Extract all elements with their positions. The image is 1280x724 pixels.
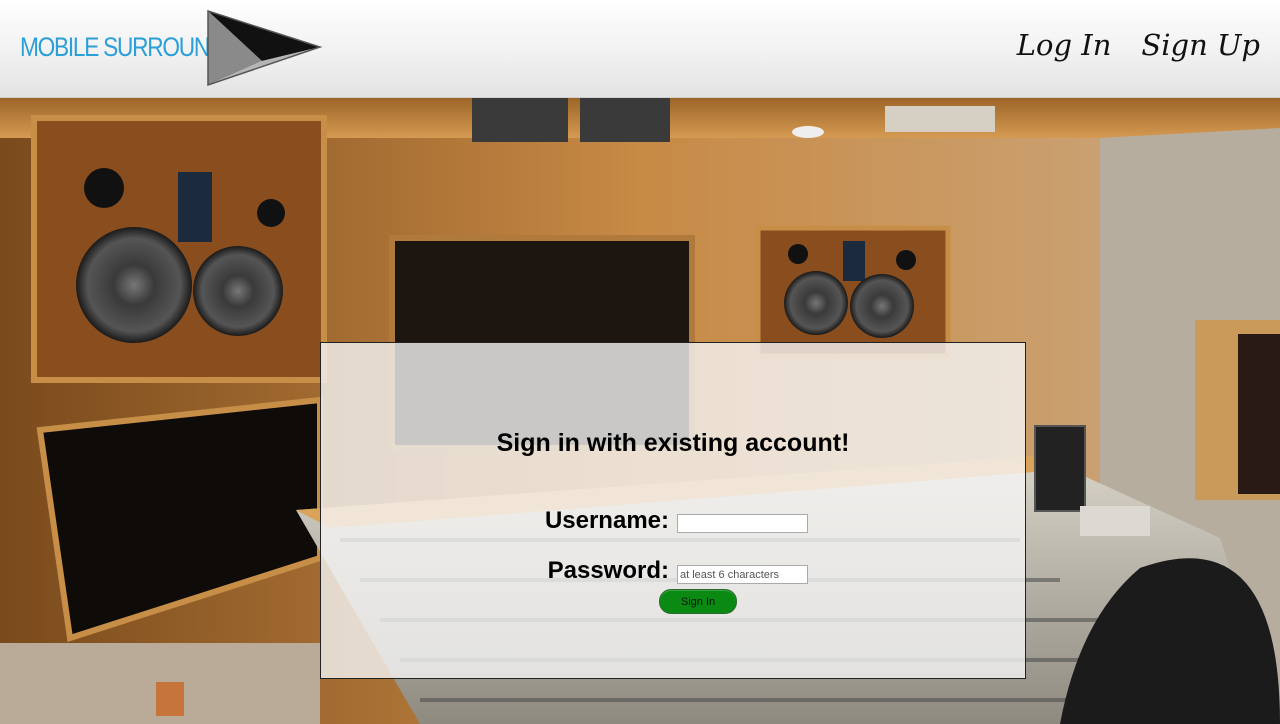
brand-name[interactable]: MOBILE SURROUND [20, 32, 225, 63]
signup-link[interactable]: Sign Up [1141, 28, 1260, 62]
signin-button[interactable]: Sign In [659, 589, 737, 614]
username-label: Username: [544, 507, 669, 534]
username-input[interactable] [677, 514, 808, 533]
top-nav: Log In Sign Up [1017, 28, 1260, 62]
top-header: MOBILE SURROUND Log In Sign Up [0, 0, 1280, 98]
login-link[interactable]: Log In [1017, 28, 1112, 62]
play-logo-icon[interactable] [204, 9, 324, 87]
password-label: Password: [547, 557, 669, 584]
signin-panel: Sign in with existing account! Username:… [320, 342, 1026, 679]
signin-title: Sign in with existing account! [496, 429, 850, 457]
password-input[interactable] [677, 565, 808, 584]
